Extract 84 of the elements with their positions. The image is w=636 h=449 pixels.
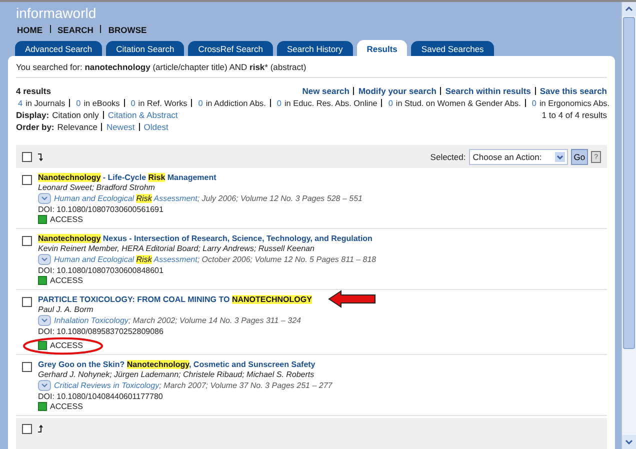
citation-details: ; March 2002; Volume 14 No. 3 Pages 311 – 324 <box>128 316 301 325</box>
journal-link[interactable]: Human and Ecological Risk Assessment <box>54 194 198 203</box>
citation-details: ; March 2007; Volume 37 No. 3 Pages 251 – 277 <box>159 381 332 390</box>
result-checkbox[interactable] <box>22 175 32 185</box>
expand-icon[interactable] <box>38 193 51 204</box>
order-option[interactable]: Newest <box>106 122 135 132</box>
source-label: in Educ. Res. Abs. Online <box>284 98 378 108</box>
nav-link[interactable]: SEARCH <box>58 25 94 40</box>
action-link[interactable]: Search within results <box>445 86 531 96</box>
result-checkbox[interactable] <box>22 297 32 307</box>
expand-icon[interactable] <box>38 380 51 391</box>
article-title-link[interactable]: Grey Goo on the Skin? Nanotechnology, Cosmetic and Sunscreen Safety <box>38 360 316 369</box>
article-authors: Paul J. A. Borm <box>38 305 94 314</box>
select-all-checkbox[interactable] <box>22 424 32 434</box>
article-title-link[interactable]: PARTICLE TOXICOLOGY: FROM COAL MINING TO NANOTECHNOLOGY <box>38 295 312 304</box>
journal-link[interactable]: Human and Ecological Risk Assessment <box>54 255 198 264</box>
turn-arrow-icon <box>37 153 44 161</box>
source-count-link[interactable]: 0 <box>388 98 393 108</box>
journal-link[interactable]: Inhalation Toxicology <box>54 316 128 325</box>
dropdown-arrow-icon[interactable] <box>554 152 565 162</box>
selected-label: Selected: <box>430 152 466 162</box>
turn-arrow-icon <box>37 425 44 433</box>
source-count-link[interactable]: 0 <box>276 98 282 108</box>
result-checkbox[interactable] <box>22 362 32 372</box>
source-label: in Ergonomics Abs. <box>539 98 610 108</box>
doi-text: DOI: 10.1080/10807030600561691 <box>38 205 164 214</box>
source-label: in Stud. on Women & Gender Abs. <box>396 98 521 108</box>
doi-text: DOI: 10.1080/10807030600848601 <box>38 266 164 275</box>
source-label: in Ref. Works <box>138 98 188 108</box>
expand-icon[interactable] <box>38 315 51 326</box>
expand-icon[interactable] <box>38 254 51 265</box>
access-icon <box>38 341 47 350</box>
select-all-checkbox[interactable] <box>22 152 32 162</box>
tab[interactable]: Results <box>356 40 408 56</box>
access-label[interactable]: ACCESS <box>50 215 83 224</box>
order-label: Order by: <box>16 122 54 132</box>
source-label: in eBooks <box>84 98 120 108</box>
access-label[interactable]: ACCESS <box>50 402 83 411</box>
nav-link[interactable]: BROWSE <box>108 25 147 40</box>
scroll-up-icon[interactable] <box>622 2 636 16</box>
scroll-down-icon[interactable] <box>622 435 636 449</box>
result-count: 4 results <box>16 86 51 96</box>
result-checkbox[interactable] <box>22 236 32 246</box>
display-label: Display: <box>16 110 50 120</box>
scrollbar-thumb[interactable] <box>623 17 635 349</box>
article-title-link[interactable]: Nanotechnology - Life-Cycle Risk Management <box>38 173 216 182</box>
tab[interactable]: Advanced Search <box>15 41 102 56</box>
source-count-link[interactable]: 4 <box>18 98 23 108</box>
order-option[interactable]: Relevance <box>57 122 98 132</box>
access-icon <box>38 215 47 224</box>
article-authors: Kevin Reinert Member, HERA Editorial Board; Larry Andrews; Russell Keenan <box>38 244 316 253</box>
order-option[interactable]: Oldest <box>144 122 168 132</box>
display-option[interactable]: Citation & Abstract <box>108 110 178 120</box>
access-label[interactable]: ACCESS <box>50 276 83 285</box>
source-count-link[interactable]: 0 <box>198 98 203 108</box>
source-label: in Addiction Abs. <box>206 98 266 108</box>
source-count-link[interactable]: 0 <box>130 98 136 108</box>
tab[interactable]: Saved Searches <box>411 41 494 56</box>
display-option[interactable]: Citation only <box>52 110 99 120</box>
article-authors: Gerhard J. Nohynek; Jürgen Lademann; Christele Ribaud; Michael S. Roberts <box>38 370 316 379</box>
access-icon <box>38 402 47 411</box>
access-icon <box>38 276 47 285</box>
search-summary: You searched for: nanotechnology (article/chapter title) AND risk* (abstract) <box>16 62 607 78</box>
article-authors: Leonard Sweet; Bradford Strohm <box>38 183 156 192</box>
citation-details: ; October 2006; Volume 12 No. 5 Pages 811 – 818 <box>197 255 376 264</box>
article-title-link[interactable]: Nanotechnology Nexus - Intersection of Research, Science, Technology, and Regulation <box>38 234 372 243</box>
tab[interactable]: Citation Search <box>106 41 184 56</box>
source-count-link[interactable]: 0 <box>76 98 81 108</box>
source-count-link[interactable]: 0 <box>532 98 536 108</box>
tab[interactable]: CrossRef Search <box>188 41 273 56</box>
go-button[interactable]: Go <box>570 149 588 165</box>
source-label: in Journals <box>26 98 66 108</box>
vertical-scrollbar[interactable] <box>621 2 636 449</box>
action-link[interactable]: Modify your search <box>358 86 436 96</box>
results-range: 1 to 4 of 4 results <box>542 110 607 120</box>
journal-link[interactable]: Critical Reviews in Toxicology <box>54 381 160 390</box>
nav-link[interactable]: HOME <box>17 25 42 40</box>
citation-details: ; July 2006; Volume 12 No. 3 Pages 528 – 551 <box>197 194 362 203</box>
action-link[interactable]: New search <box>302 86 350 96</box>
action-dropdown[interactable]: Choose an Action: <box>468 149 568 165</box>
action-link[interactable]: Save this search <box>540 86 607 96</box>
tab[interactable]: Search History <box>276 41 353 56</box>
doi-text: DOI: 10.1080/08958370252809086 <box>38 327 164 336</box>
doi-text: DOI: 10.1080/10408440601177780 <box>38 392 164 401</box>
